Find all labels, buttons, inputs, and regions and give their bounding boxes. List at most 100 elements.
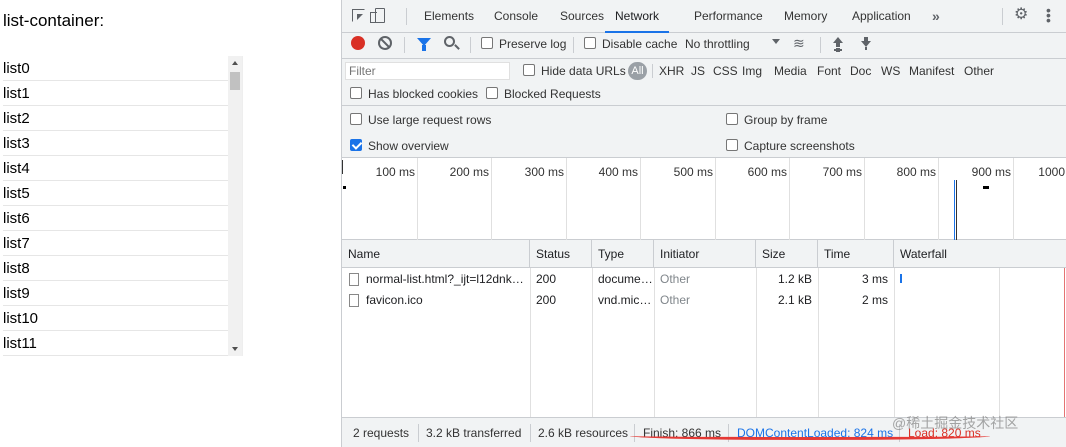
cell-time: 2 ms bbox=[861, 293, 888, 307]
show-overview-checkbox[interactable] bbox=[350, 139, 362, 151]
list-container[interactable]: list0 list1 list2 list3 list4 list5 list… bbox=[3, 56, 243, 356]
divider bbox=[1002, 8, 1003, 25]
overview-gridline bbox=[491, 158, 492, 240]
type-filter-other[interactable]: Other bbox=[964, 64, 994, 78]
more-tabs-icon[interactable]: » bbox=[932, 8, 940, 24]
scroll-down-arrow-icon[interactable] bbox=[228, 342, 242, 356]
type-filter-js[interactable]: JS bbox=[691, 64, 705, 78]
divider bbox=[652, 64, 653, 78]
list-item: list4 bbox=[3, 156, 228, 181]
overview-tick-label: 600 ms bbox=[747, 165, 787, 179]
tab-application[interactable]: Application bbox=[852, 0, 911, 33]
preserve-log-checkbox[interactable] bbox=[481, 37, 493, 49]
scroll-thumb[interactable] bbox=[230, 72, 240, 90]
disable-cache-label: Disable cache bbox=[602, 37, 678, 51]
divider bbox=[470, 37, 471, 53]
gear-icon[interactable]: ⚙ bbox=[1014, 7, 1030, 23]
capture-screenshots-checkbox[interactable] bbox=[726, 139, 738, 151]
type-filter-all[interactable]: All bbox=[628, 62, 647, 80]
table-row[interactable]: favicon.ico 200 vnd.mic… Other 2.1 kB 2 … bbox=[342, 290, 1066, 311]
search-icon[interactable] bbox=[444, 36, 455, 47]
annotation-underline bbox=[630, 432, 990, 440]
type-filter-manifest[interactable]: Manifest bbox=[909, 64, 954, 78]
divider bbox=[530, 424, 531, 442]
overview-gridline bbox=[566, 158, 567, 240]
network-overview[interactable]: 100 ms 200 ms 300 ms 400 ms 500 ms 600 m… bbox=[342, 158, 1066, 240]
column-size[interactable]: Size bbox=[756, 240, 818, 268]
overview-tick-label: 500 ms bbox=[673, 165, 713, 179]
group-by-frame-label: Group by frame bbox=[744, 113, 828, 127]
list-item: list11 bbox=[3, 331, 228, 356]
overview-tick-label: 400 ms bbox=[598, 165, 638, 179]
record-icon[interactable] bbox=[351, 36, 365, 50]
tab-memory[interactable]: Memory bbox=[784, 0, 827, 33]
list-scrollbar[interactable] bbox=[228, 56, 242, 356]
kebab-menu-icon[interactable]: • • • bbox=[1046, 3, 1051, 27]
column-time[interactable]: Time bbox=[818, 240, 894, 268]
overview-tick-label: 200 ms bbox=[449, 165, 489, 179]
capture-screenshots-label: Capture screenshots bbox=[744, 139, 855, 153]
tab-sources[interactable]: Sources bbox=[560, 0, 604, 33]
resources-size: 2.6 kB resources bbox=[538, 426, 629, 440]
chevron-down-icon[interactable] bbox=[772, 39, 780, 44]
overview-request-mark bbox=[343, 186, 346, 189]
column-waterfall[interactable]: Waterfall bbox=[894, 240, 1066, 268]
transferred-size: 3.2 kB transferred bbox=[426, 426, 522, 440]
export-har-icon[interactable] bbox=[860, 37, 872, 50]
large-rows-checkbox[interactable] bbox=[350, 113, 362, 125]
watermark: @稀土掘金技术社区 bbox=[892, 415, 1019, 431]
disable-cache-checkbox[interactable] bbox=[584, 37, 596, 49]
load-event-line bbox=[1064, 268, 1065, 417]
overview-tick-label: 1000 bbox=[1038, 165, 1065, 179]
overview-tick-label: 900 ms bbox=[971, 165, 1011, 179]
scroll-up-arrow-icon[interactable] bbox=[228, 56, 242, 70]
throttling-select[interactable]: No throttling bbox=[685, 37, 750, 51]
filter-input[interactable] bbox=[345, 62, 510, 80]
page-title: list-container: bbox=[3, 11, 105, 30]
document-icon bbox=[349, 273, 359, 286]
column-name[interactable]: Name bbox=[342, 240, 530, 268]
type-filter-ws[interactable]: WS bbox=[881, 64, 900, 78]
waterfall-bar bbox=[900, 274, 902, 283]
filter-icon[interactable] bbox=[417, 38, 431, 51]
type-filter-img[interactable]: Img bbox=[742, 64, 762, 78]
column-type[interactable]: Type bbox=[592, 240, 654, 268]
type-filter-xhr[interactable]: XHR bbox=[659, 64, 684, 78]
list-item: list3 bbox=[3, 131, 228, 156]
has-blocked-cookies-checkbox[interactable] bbox=[350, 87, 362, 99]
tab-elements[interactable]: Elements bbox=[424, 0, 474, 33]
blocked-requests-checkbox[interactable] bbox=[486, 87, 498, 99]
hide-data-urls-checkbox[interactable] bbox=[523, 64, 535, 76]
table-row[interactable]: normal-list.html?_ijt=l12dnk… 200 docume… bbox=[342, 269, 1066, 290]
list-item: list9 bbox=[3, 281, 228, 306]
overview-cursor bbox=[342, 160, 343, 174]
tab-console[interactable]: Console bbox=[494, 0, 538, 33]
list-item: list7 bbox=[3, 231, 228, 256]
overview-gridline bbox=[640, 158, 641, 240]
tab-performance[interactable]: Performance bbox=[694, 0, 763, 33]
overview-tick-label: 800 ms bbox=[896, 165, 936, 179]
type-filter-css[interactable]: CSS bbox=[713, 64, 738, 78]
tab-network[interactable]: Network bbox=[605, 0, 670, 33]
device-toolbar-icon[interactable] bbox=[370, 8, 385, 23]
clear-icon[interactable] bbox=[378, 36, 392, 50]
column-status[interactable]: Status bbox=[530, 240, 592, 268]
network-conditions-icon[interactable]: ≋ bbox=[793, 35, 811, 51]
overview-request-mark bbox=[983, 186, 989, 189]
group-by-frame-checkbox[interactable] bbox=[726, 113, 738, 125]
cell-type: vnd.mic… bbox=[598, 293, 652, 307]
cell-initiator: Other bbox=[660, 272, 691, 286]
type-filter-font[interactable]: Font bbox=[817, 64, 841, 78]
import-har-icon[interactable] bbox=[832, 37, 844, 50]
cell-size: 1.2 kB bbox=[777, 272, 812, 286]
devtools-tabbar: Elements Console Sources Network Perform… bbox=[342, 0, 1066, 33]
blocked-requests-label: Blocked Requests bbox=[504, 87, 601, 101]
inspect-element-icon[interactable] bbox=[352, 9, 365, 22]
overview-tick-label: 100 ms bbox=[375, 165, 415, 179]
divider bbox=[418, 424, 419, 442]
type-filter-doc[interactable]: Doc bbox=[850, 64, 871, 78]
type-filter-media[interactable]: Media bbox=[774, 64, 807, 78]
list: list0 list1 list2 list3 list4 list5 list… bbox=[3, 56, 228, 356]
column-initiator[interactable]: Initiator bbox=[654, 240, 756, 268]
list-item: list6 bbox=[3, 206, 228, 231]
